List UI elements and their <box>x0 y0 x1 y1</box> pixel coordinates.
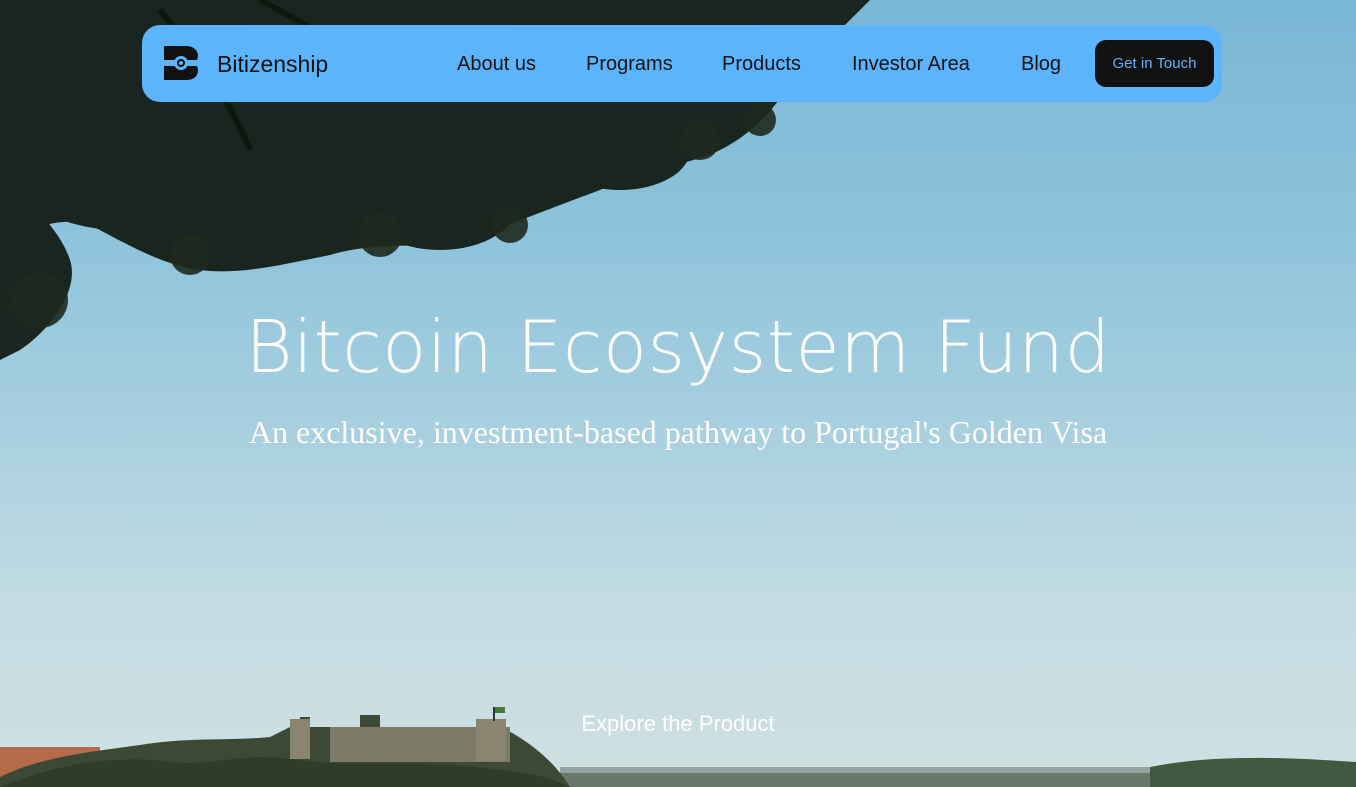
nav-link-about-us[interactable]: About us <box>457 53 536 76</box>
nav-link-products[interactable]: Products <box>722 53 801 76</box>
brand-name[interactable]: Bitizenship <box>217 51 328 78</box>
bitizenship-logo-icon[interactable] <box>164 46 198 80</box>
nav-link-blog[interactable]: Blog <box>1021 53 1061 76</box>
nav-link-investor-area[interactable]: Investor Area <box>852 53 970 76</box>
tree-foliage-image <box>0 0 870 360</box>
explore-product-link[interactable]: Explore the Product <box>0 711 1356 737</box>
hero-subtitle: An exclusive, investment-based pathway t… <box>248 414 1108 450</box>
top-navbar: Bitizenship About us Programs Products I… <box>142 25 1222 102</box>
hero-background <box>0 0 1356 787</box>
hero-title: Bitcoin Ecosystem Fund <box>245 305 1111 389</box>
nav-link-programs[interactable]: Programs <box>586 53 673 76</box>
get-in-touch-button[interactable]: Get in Touch <box>1095 40 1214 87</box>
